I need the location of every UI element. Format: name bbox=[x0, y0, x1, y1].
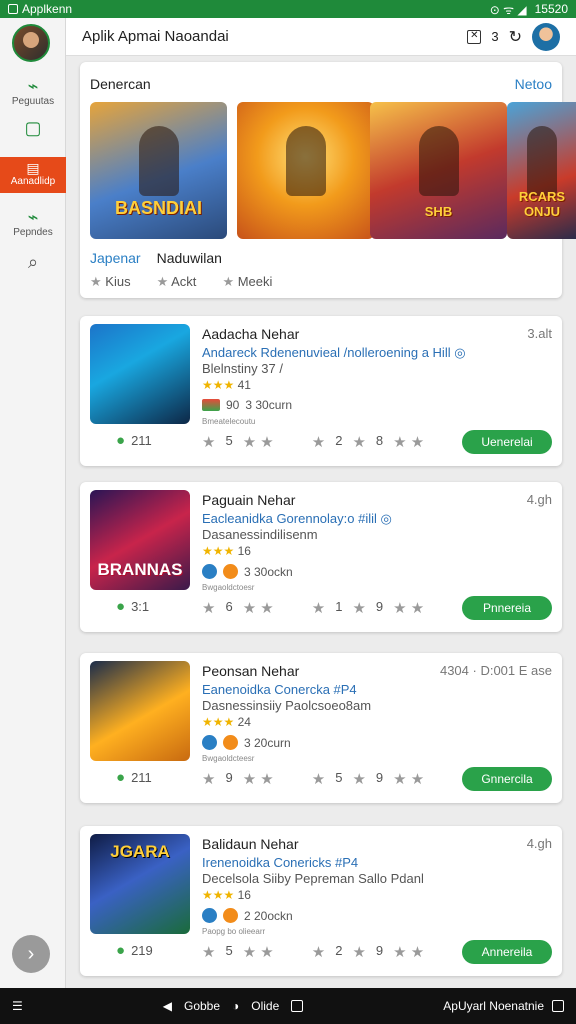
app-subtitle: Dasanessindilisenm bbox=[202, 527, 318, 542]
nav-mid-label[interactable]: Olide bbox=[251, 999, 279, 1013]
app-card[interactable]: BRANNAS Paguain Nehar 4.gh Eacleanidka G… bbox=[80, 482, 562, 632]
close-box-icon[interactable]: ✕ bbox=[467, 29, 482, 44]
header: Aplik Apmai Naoandai ✕ 3 ↻ bbox=[66, 18, 576, 56]
sidebar-item-aanadlidp[interactable]: ▤ Aanadlidp bbox=[0, 157, 66, 193]
chevron-right-icon[interactable]: › bbox=[12, 935, 50, 973]
back-icon[interactable]: ◀ bbox=[163, 999, 172, 1013]
recents-icon[interactable] bbox=[291, 1000, 304, 1012]
profile-avatar[interactable] bbox=[532, 22, 560, 51]
app-name: Peonsan Nehar bbox=[202, 663, 300, 679]
app-downloads: 90 3 30curn bbox=[202, 398, 292, 412]
app-icon: BRANNAS bbox=[90, 490, 190, 590]
app-developer[interactable]: Andareck Rdenenuvieal /nolleroening a Hi… bbox=[202, 345, 466, 361]
leaf-icon: ● bbox=[116, 598, 126, 615]
tab-japenar[interactable]: Japenar bbox=[90, 250, 141, 266]
avatar[interactable] bbox=[12, 24, 50, 62]
sidebar-item-pepndes[interactable]: ⌁ Pepndes bbox=[0, 207, 66, 238]
featured-tile[interactable] bbox=[237, 102, 374, 239]
app-note: Bwgaoldcteesr bbox=[202, 754, 255, 763]
app-rating: ★★★ 24 bbox=[202, 715, 251, 729]
star-row: ★ 6 ★ ★ ★ 1 ★ 9 ★ ★ bbox=[202, 599, 425, 617]
header-count: 3 bbox=[491, 29, 499, 44]
featured-meta: ★ Ackt bbox=[156, 274, 197, 289]
app-meta: 4304 · D:001 E ase bbox=[439, 663, 552, 678]
install-button[interactable]: Pnnereia bbox=[462, 596, 552, 620]
leaf-icon: ⌁ bbox=[27, 207, 39, 227]
install-button[interactable]: Annereila bbox=[462, 940, 552, 964]
app-likes: ● 211 bbox=[116, 769, 152, 786]
search-icon[interactable]: ⌕ bbox=[0, 252, 66, 272]
app-card[interactable]: JGARA Balidaun Nehar 4.gh Irenenoidka Co… bbox=[80, 826, 562, 976]
app-icon bbox=[90, 661, 190, 761]
app-card[interactable]: Aadacha Nehar 3.alt Andareck Rdenenuviea… bbox=[80, 316, 562, 466]
leaf-icon: ⌁ bbox=[27, 76, 39, 96]
app-developer[interactable]: Eacleanidka Gorennolay:o #ilil ◎ bbox=[202, 511, 392, 527]
clock: 15520 bbox=[534, 2, 568, 16]
main-content: Denercan Netoo BASNDIAI SHB RCARS ONJU J… bbox=[66, 56, 576, 988]
app-subtitle: Decelsola Siiby Pepreman Sallo Pdanl bbox=[202, 871, 424, 886]
home-icon[interactable]: ◑ bbox=[232, 999, 239, 1013]
app-likes: ● 219 bbox=[116, 942, 153, 959]
app-card[interactable]: Peonsan Nehar 4304 · D:001 E ase Eanenoi… bbox=[80, 653, 562, 803]
featured-tile[interactable]: BASNDIAI bbox=[90, 102, 227, 239]
nav-bar: ☰ ◀ Gobbe ◑ Olide ApUyarl Noenatnie bbox=[0, 988, 576, 1024]
app-note: Bwgaoldctoesr bbox=[202, 583, 255, 592]
signal-icon: ⊙ ᯤ ◢ bbox=[489, 2, 527, 17]
bookmark-icon: ▤ bbox=[26, 160, 40, 176]
sidebar-item-peguutas[interactable]: ⌁ Peguutas bbox=[0, 76, 66, 107]
app-name: Paguain Nehar bbox=[202, 492, 296, 508]
refresh-icon[interactable]: ↻ bbox=[509, 27, 522, 47]
app-icon bbox=[90, 324, 190, 424]
star-row: ★ 9 ★ ★ ★ 5 ★ 9 ★ ★ bbox=[202, 770, 425, 788]
window-icon[interactable] bbox=[552, 1000, 564, 1012]
featured-link[interactable]: Netoo bbox=[515, 76, 552, 92]
app-subtitle: Dasnessinsiiy Paolcsoeo8am bbox=[202, 698, 372, 713]
app-note: Paopg bo olieearr bbox=[202, 927, 266, 936]
featured-tile[interactable]: RCARS ONJU bbox=[507, 102, 576, 239]
menu-icon[interactable]: ☰ bbox=[12, 999, 23, 1013]
nav-right-label[interactable]: ApUyarl Noenatnie bbox=[443, 999, 544, 1013]
app-rating: ★★★ 16 bbox=[202, 544, 251, 558]
star-row: ★ 5 ★ ★ ★ 2 ★ 8 ★ ★ bbox=[202, 433, 425, 451]
leaf-icon: ● bbox=[116, 432, 126, 449]
tab-naduwilan[interactable]: Naduwilan bbox=[157, 250, 222, 266]
app-name: Aadacha Nehar bbox=[202, 326, 300, 342]
leaf-icon: ● bbox=[116, 769, 126, 786]
app-meta: 4.gh bbox=[526, 836, 552, 851]
status-bar: Applkenn ⊙ ᯤ ◢ 15520 bbox=[0, 0, 576, 18]
app-rating: ★★★ 41 bbox=[202, 378, 251, 392]
app-downloads: 2 20ockn bbox=[202, 908, 293, 923]
edit-icon[interactable]: ▢ bbox=[0, 118, 66, 138]
sidebar: ⌁ Peguutas ▢ ▤ Aanadlidp ⌁ Pepndes ⌕ › bbox=[0, 18, 66, 988]
app-name: Balidaun Nehar bbox=[202, 836, 299, 852]
featured-meta: ★ Meeki bbox=[222, 274, 273, 289]
featured-card: Denercan Netoo BASNDIAI SHB RCARS ONJU J… bbox=[80, 62, 576, 298]
nav-left-label[interactable]: Gobbe bbox=[184, 999, 220, 1013]
featured-meta: ★ Kius bbox=[90, 274, 131, 289]
app-note: Bmeatelecoutu bbox=[202, 417, 256, 426]
status-app: Applkenn bbox=[8, 2, 72, 16]
featured-tile[interactable]: SHB bbox=[370, 102, 507, 239]
star-row: ★ 5 ★ ★ ★ 2 ★ 9 ★ ★ bbox=[202, 943, 425, 961]
app-meta: 4.gh bbox=[526, 492, 552, 507]
app-downloads: 3 30ockn bbox=[202, 564, 293, 579]
app-likes: ● 3:1 bbox=[116, 598, 150, 615]
install-button[interactable]: Gnnercila bbox=[462, 767, 552, 791]
app-subtitle: Blelnstiny 37 / bbox=[202, 361, 283, 376]
app-downloads: 3 20curn bbox=[202, 735, 291, 750]
leaf-icon: ● bbox=[116, 942, 126, 959]
app-developer[interactable]: Irenenoidka Conericks #P4 bbox=[202, 855, 358, 870]
install-button[interactable]: Uenerelai bbox=[462, 430, 552, 454]
app-developer[interactable]: Eanenoidka Conercka #P4 bbox=[202, 682, 357, 697]
page-title: Aplik Apmai Naoandai bbox=[82, 28, 229, 45]
app-likes: ● 211 bbox=[116, 432, 152, 449]
app-rating: ★★★ 16 bbox=[202, 888, 251, 902]
featured-title: Denercan bbox=[90, 76, 151, 92]
app-meta: 3.alt bbox=[527, 326, 552, 341]
app-icon: JGARA bbox=[90, 834, 190, 934]
